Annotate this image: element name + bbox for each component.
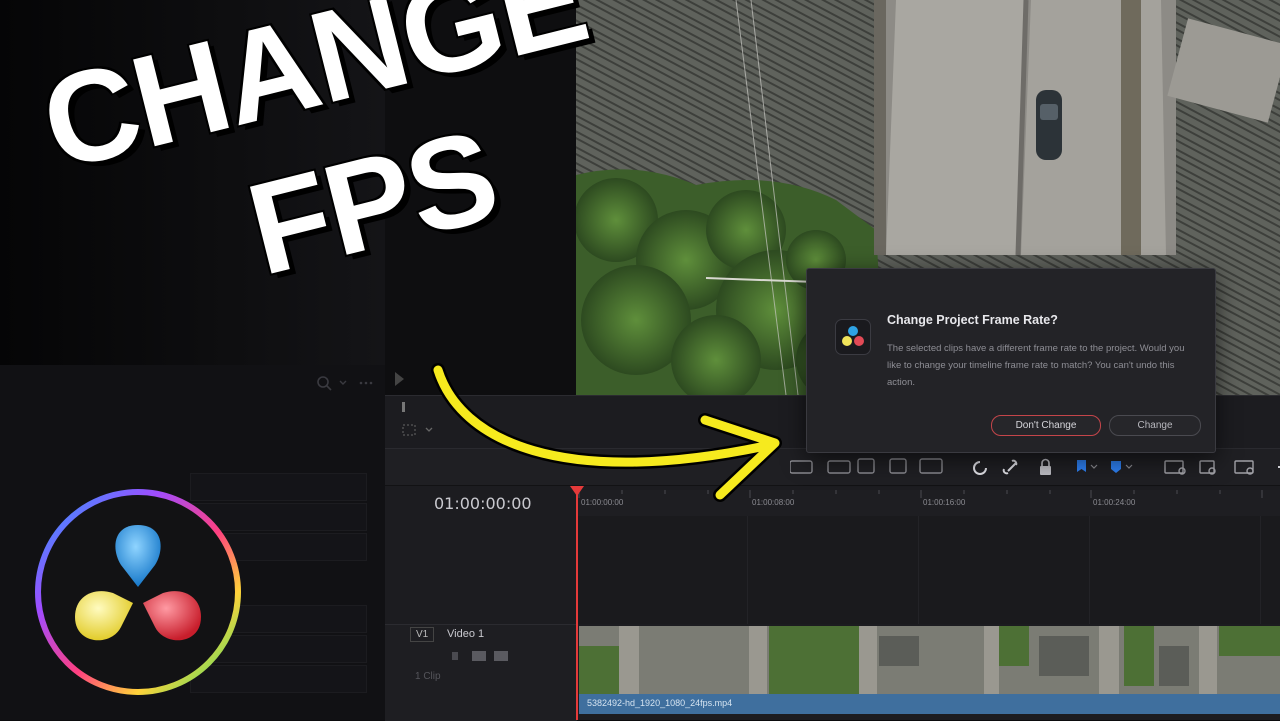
dialog-message: The selected clips have a different fram… <box>887 343 1185 388</box>
track-header-v1[interactable]: V1 Video 1 1 Clip <box>385 624 577 721</box>
search-icon[interactable] <box>316 375 376 391</box>
play-icon[interactable] <box>395 372 405 386</box>
dialog-title: Change Project Frame Rate? <box>887 313 1058 327</box>
scroll-handle[interactable] <box>402 402 405 412</box>
track-controls-icons[interactable] <box>450 649 510 663</box>
clip-count: 1 Clip <box>415 671 441 682</box>
video-clip-thumbnails[interactable] <box>579 626 1280 694</box>
ruler-tick-label: 01:00:24:00 <box>1093 498 1136 507</box>
clip-name-bar[interactable]: 5382492-hd_1920_1080_24fps.mp4 <box>579 694 1280 714</box>
change-frame-rate-dialog: Change Project Frame Rate? The selected … <box>806 268 1216 453</box>
empty-track-area[interactable] <box>577 516 1280 624</box>
toolbar-icons <box>790 458 1280 475</box>
track-id: V1 <box>410 627 435 642</box>
dont-change-button[interactable]: Don't Change <box>991 415 1101 436</box>
curved-arrow <box>431 363 782 502</box>
davinci-resolve-logo <box>35 489 241 695</box>
davinci-resolve-app-icon <box>835 319 871 355</box>
playhead-line[interactable] <box>576 488 578 720</box>
track-name[interactable]: Video 1 <box>447 628 484 640</box>
change-button[interactable]: Change <box>1109 415 1201 436</box>
ruler-tick-label: 01:00:16:00 <box>923 498 966 507</box>
clip-name: 5382492-hd_1920_1080_24fps.mp4 <box>587 698 733 708</box>
